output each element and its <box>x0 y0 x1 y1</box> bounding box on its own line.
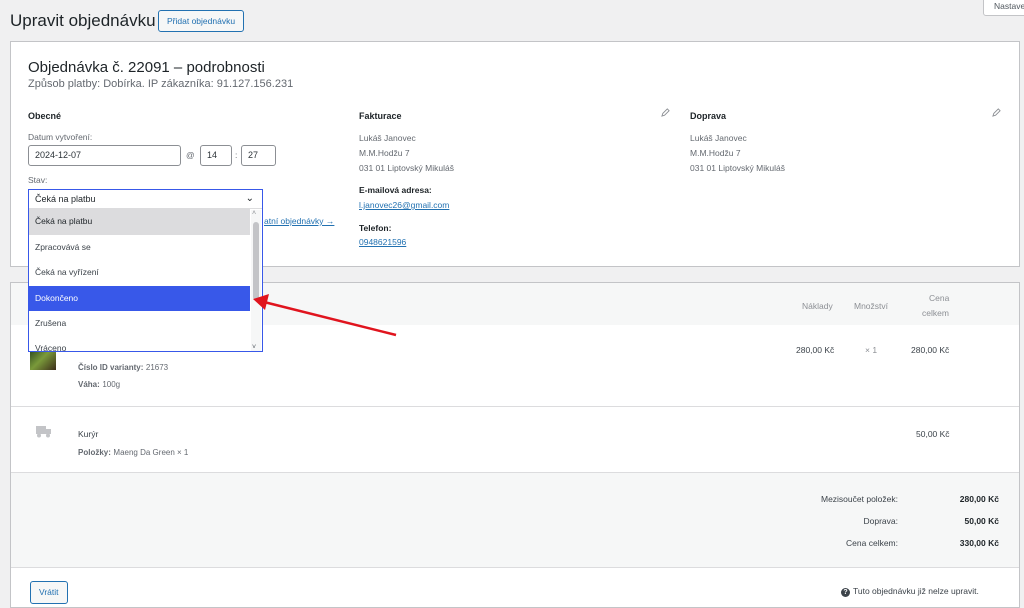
minute-input[interactable]: 27 <box>241 145 276 166</box>
phone-link[interactable]: 0948621596 <box>359 237 406 247</box>
item-total: 280,00 Kč <box>911 345 950 355</box>
email-label: E-mailová adresa: <box>359 185 432 195</box>
col-total-header-2: celkem <box>922 308 949 318</box>
status-option[interactable]: Vráceno <box>29 337 250 353</box>
screen-options-tab[interactable]: Nastave <box>983 0 1024 16</box>
at-symbol: @ <box>186 150 195 160</box>
shipping-items-value: Maeng Da Green × 1 <box>113 448 189 457</box>
billing-heading: Fakturace <box>359 111 402 121</box>
weight-value: 100g <box>102 380 121 389</box>
status-option[interactable]: Čeká na vyřízení <box>29 260 250 286</box>
help-icon: ? <box>841 588 850 597</box>
shipping-total-value: 50,00 Kč <box>964 516 1000 526</box>
date-created-input[interactable]: 2024-12-07 <box>28 145 181 166</box>
shipping-address: Lukáš Janovec M.M.Hodžu 7 031 01 Liptovs… <box>690 131 785 176</box>
scroll-up-icon[interactable]: ˄ <box>252 210 256 217</box>
billing-city: 031 01 Liptovský Mikuláš <box>359 163 454 173</box>
shipping-heading: Doprava <box>690 111 727 121</box>
email-link[interactable]: l.janovec26@gmail.com <box>359 200 449 210</box>
shipping-method-name: Kurýr <box>78 429 99 439</box>
not-editable-text: Tuto objednávku již nelze upravit. <box>853 586 979 596</box>
shipping-name: Lukáš Janovec <box>690 133 747 143</box>
order-subtitle: Způsob platby: Dobírka. IP zákazníka: 91… <box>28 78 294 90</box>
billing-street: M.M.Hodžu 7 <box>359 148 410 158</box>
item-qty: × 1 <box>865 345 878 355</box>
status-selected-value: Čeká na platbu <box>35 194 96 204</box>
shipping-items-meta: Položky: Maeng Da Green × 1 <box>78 447 188 457</box>
scroll-thumb[interactable] <box>253 222 259 300</box>
scroll-down-icon[interactable]: ˅ <box>252 344 256 351</box>
status-option[interactable]: Čeká na platbu <box>29 209 250 235</box>
product-thumbnail[interactable] <box>30 350 56 370</box>
not-editable-note: ? Tuto objednávku již nelze upravit. <box>841 586 979 597</box>
status-label: Stav: <box>28 175 48 185</box>
general-heading: Obecné <box>28 111 62 121</box>
time-separator: : <box>235 150 238 160</box>
add-order-button[interactable]: Přidat objednávku <box>158 10 245 32</box>
divider <box>11 406 1019 407</box>
customer-orders-link[interactable]: atní objednávky → <box>264 216 334 226</box>
pencil-icon[interactable] <box>661 108 670 117</box>
status-select-current[interactable]: Čeká na platbu ⌄ <box>29 190 262 209</box>
phone-label: Telefon: <box>359 223 392 233</box>
annotation-arrow <box>253 294 397 337</box>
subtotal-label: Mezisoučet položek: <box>820 494 898 504</box>
truck-icon <box>36 426 51 438</box>
billing-address: Lukáš Janovec M.M.Hodžu 7 031 01 Liptovs… <box>359 131 454 176</box>
shipping-total-label: Doprava: <box>863 516 899 526</box>
shipping-items-key: Položky: <box>78 448 111 457</box>
status-option[interactable]: Dokončeno <box>29 285 250 312</box>
order-total-label: Cena celkem: <box>846 538 898 548</box>
hour-input[interactable]: 14 <box>200 145 232 166</box>
variant-key: Číslo ID varianty: <box>78 363 144 372</box>
item-cost: 280,00 Kč <box>796 345 835 355</box>
pencil-icon[interactable] <box>992 108 1001 117</box>
status-option[interactable]: Zpracovává se <box>29 235 250 261</box>
weight-key: Váha: <box>78 380 100 389</box>
variant-value: 21673 <box>145 363 169 372</box>
shipping-city: 031 01 Liptovský Mikuláš <box>690 163 785 173</box>
chevron-down-icon[interactable]: ⌄ <box>246 193 254 204</box>
page-title: Upravit objednávku <box>10 11 156 30</box>
status-select[interactable]: Čeká na platbu ⌄ Čeká na platbu Zpracová… <box>28 189 263 353</box>
subtotal-value: 280,00 Kč <box>959 494 999 504</box>
col-qty-header: Množství <box>854 301 889 311</box>
variant-meta: Číslo ID varianty: 21673 <box>78 362 168 372</box>
shipping-total: 50,00 Kč <box>916 429 950 439</box>
col-cost-header: Náklady <box>802 301 833 311</box>
order-total-value: 330,00 Kč <box>959 538 999 548</box>
order-title: Objednávka č. 22091 – podrobnosti <box>28 59 265 76</box>
date-created-label: Datum vytvoření: <box>28 132 93 142</box>
status-option[interactable]: Zrušena <box>29 311 250 337</box>
shipping-street: M.M.Hodžu 7 <box>690 148 741 158</box>
refund-button[interactable]: Vrátit <box>30 581 68 604</box>
col-total-header-1: Cena <box>929 293 950 303</box>
weight-meta: Váha: 100g <box>78 379 120 389</box>
divider <box>11 567 1019 568</box>
billing-name: Lukáš Janovec <box>359 133 416 143</box>
